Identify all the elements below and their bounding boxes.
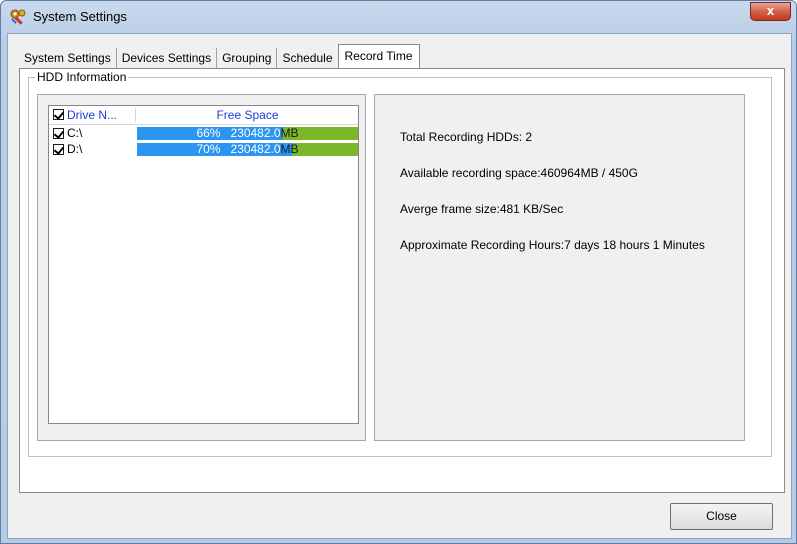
window-title: System Settings — [33, 9, 127, 24]
free-space-bar: 66% 230482.0MB — [137, 127, 358, 140]
recording-info-panel: Total Recording HDDs: 2 Available record… — [374, 94, 745, 441]
tab-record-time[interactable]: Record Time — [337, 44, 420, 69]
drive-row[interactable]: C:\ 66% 230482.0MB — [49, 126, 358, 141]
free-space-bar: 70% 230482.0MB — [137, 143, 358, 156]
free-space-value: 230482.0 — [230, 126, 281, 140]
free-space-percent: 66% — [196, 126, 221, 140]
select-all-checkbox[interactable] — [53, 109, 64, 120]
hdd-information-label: HDD Information — [35, 70, 129, 84]
tab-strip: System Settings Devices Settings Groupin… — [19, 44, 420, 69]
drive-list[interactable]: Drive N... Free Space C:\ 66% 230482.0MB — [48, 105, 359, 424]
close-icon: x — [766, 3, 775, 18]
drive-row[interactable]: D:\ 70% 230482.0MB — [49, 142, 358, 157]
approximate-recording-hours: Approximate Recording Hours:7 days 18 ho… — [400, 238, 705, 252]
drive-checkbox[interactable] — [53, 128, 64, 139]
drive-list-panel: Drive N... Free Space C:\ 66% 230482.0MB — [37, 94, 366, 441]
tab-grouping[interactable]: Grouping — [217, 48, 278, 68]
dialog-client-area: System Settings Devices Settings Groupin… — [7, 33, 792, 539]
window-close-button[interactable]: x — [750, 2, 791, 21]
free-space-percent: 70% — [196, 142, 221, 156]
average-frame-size: Averge frame size:481 KB/Sec — [400, 202, 564, 216]
title-bar[interactable]: System Settings x — [1, 1, 796, 33]
free-space-text: 70% 230482.0MB — [137, 143, 358, 156]
tab-system-settings[interactable]: System Settings — [19, 48, 117, 68]
settings-tools-icon — [10, 9, 26, 25]
available-recording-space: Available recording space:460964MB / 450… — [400, 166, 638, 180]
column-header-free-space[interactable]: Free Space — [137, 106, 358, 124]
record-time-panel: HDD Information Drive N... Free Space C:… — [19, 68, 785, 493]
drive-checkbox[interactable] — [53, 144, 64, 155]
system-settings-window: System Settings x System Settings Device… — [0, 0, 797, 544]
drive-name: D:\ — [67, 142, 83, 156]
total-recording-hdds: Total Recording HDDs: 2 — [400, 130, 533, 144]
free-space-unit: MB — [280, 142, 299, 156]
tab-devices-settings[interactable]: Devices Settings — [117, 48, 218, 68]
drive-list-header: Drive N... Free Space — [49, 106, 358, 125]
free-space-text: 66% 230482.0MB — [137, 127, 358, 140]
hdd-information-group: HDD Information Drive N... Free Space C:… — [28, 70, 772, 457]
close-button[interactable]: Close — [670, 503, 773, 530]
free-space-unit: MB — [280, 126, 299, 140]
column-divider[interactable] — [135, 108, 136, 122]
tab-schedule[interactable]: Schedule — [277, 48, 337, 68]
drive-name: C:\ — [67, 126, 83, 140]
free-space-value: 230482.0 — [230, 142, 281, 156]
column-header-drive-name[interactable]: Drive N... — [67, 106, 117, 124]
